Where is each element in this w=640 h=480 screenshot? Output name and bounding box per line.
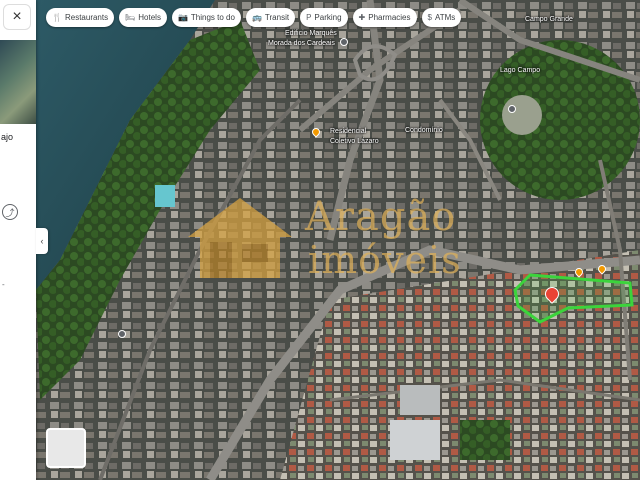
chip-label: ATMs (434, 13, 456, 22)
close-panel-button[interactable]: × (3, 4, 31, 30)
layers-thumbnail-button[interactable] (46, 428, 86, 468)
watermark-line-2: imóveis (308, 238, 462, 282)
chip-label: Things to do (190, 13, 235, 22)
park-pin-icon[interactable] (508, 105, 516, 113)
pharmacy-icon: ✚ (358, 13, 366, 22)
restaurant-icon: 🍴 (52, 13, 62, 22)
panel-dash: - (2, 280, 5, 289)
building-pin-icon[interactable] (340, 38, 348, 46)
place-photo[interactable] (0, 40, 36, 124)
map-label-poi-3[interactable]: Coletivo Lázaro (330, 138, 379, 145)
map-label-poi-2[interactable]: Residencial (330, 128, 366, 135)
chip-hotels[interactable]: 🛏 Hotels (119, 8, 167, 27)
place-side-panel: × ajo ⤴ - (0, 0, 36, 480)
hotel-icon: 🛏 (125, 13, 136, 22)
transit-icon: 🚌 (251, 13, 262, 22)
chip-transit[interactable]: 🚌 Transit (245, 8, 296, 27)
chip-atms[interactable]: $ ATMs (421, 8, 462, 27)
things-to-do-icon: 📷 (177, 13, 188, 22)
chip-label: Pharmacies (368, 13, 411, 22)
map-label-campo-grande[interactable]: Campo Grande (525, 16, 573, 23)
map-label-building-2[interactable]: Morada dos Cardeais (268, 40, 335, 47)
poi-pin-icon-west[interactable] (118, 330, 126, 338)
atm-icon: $ (427, 13, 432, 22)
map-label-building-1[interactable]: Edificio Marquês (285, 30, 337, 37)
chip-parking[interactable]: P Parking (300, 8, 348, 27)
watermark-logo: Aragão imóveis (180, 190, 490, 290)
chip-label: Parking (314, 13, 342, 22)
share-icon[interactable]: ⤴ (2, 204, 18, 220)
chip-restaurants[interactable]: 🍴 Restaurants (46, 8, 115, 27)
parking-icon: P (306, 13, 312, 22)
collapse-panel-button[interactable]: ‹ (36, 228, 48, 254)
chip-pharmacies[interactable]: ✚ Pharmacies (352, 8, 417, 27)
watermark-house-icon (188, 198, 292, 278)
watermark-line-1: Aragão (305, 194, 457, 240)
map-label-poi-1[interactable]: Condomínio (405, 127, 443, 134)
chip-label: Hotels (138, 13, 161, 22)
place-name: ajo (1, 132, 14, 142)
chip-things-to-do[interactable]: 📷 Things to do (171, 8, 241, 27)
chip-label: Restaurants (64, 13, 109, 22)
chip-label: Transit (264, 13, 290, 22)
map-label-square[interactable]: Lago Campo (500, 67, 540, 74)
category-chips: 🍴 Restaurants 🛏 Hotels 📷 Things to do 🚌 Tran… (46, 8, 462, 27)
